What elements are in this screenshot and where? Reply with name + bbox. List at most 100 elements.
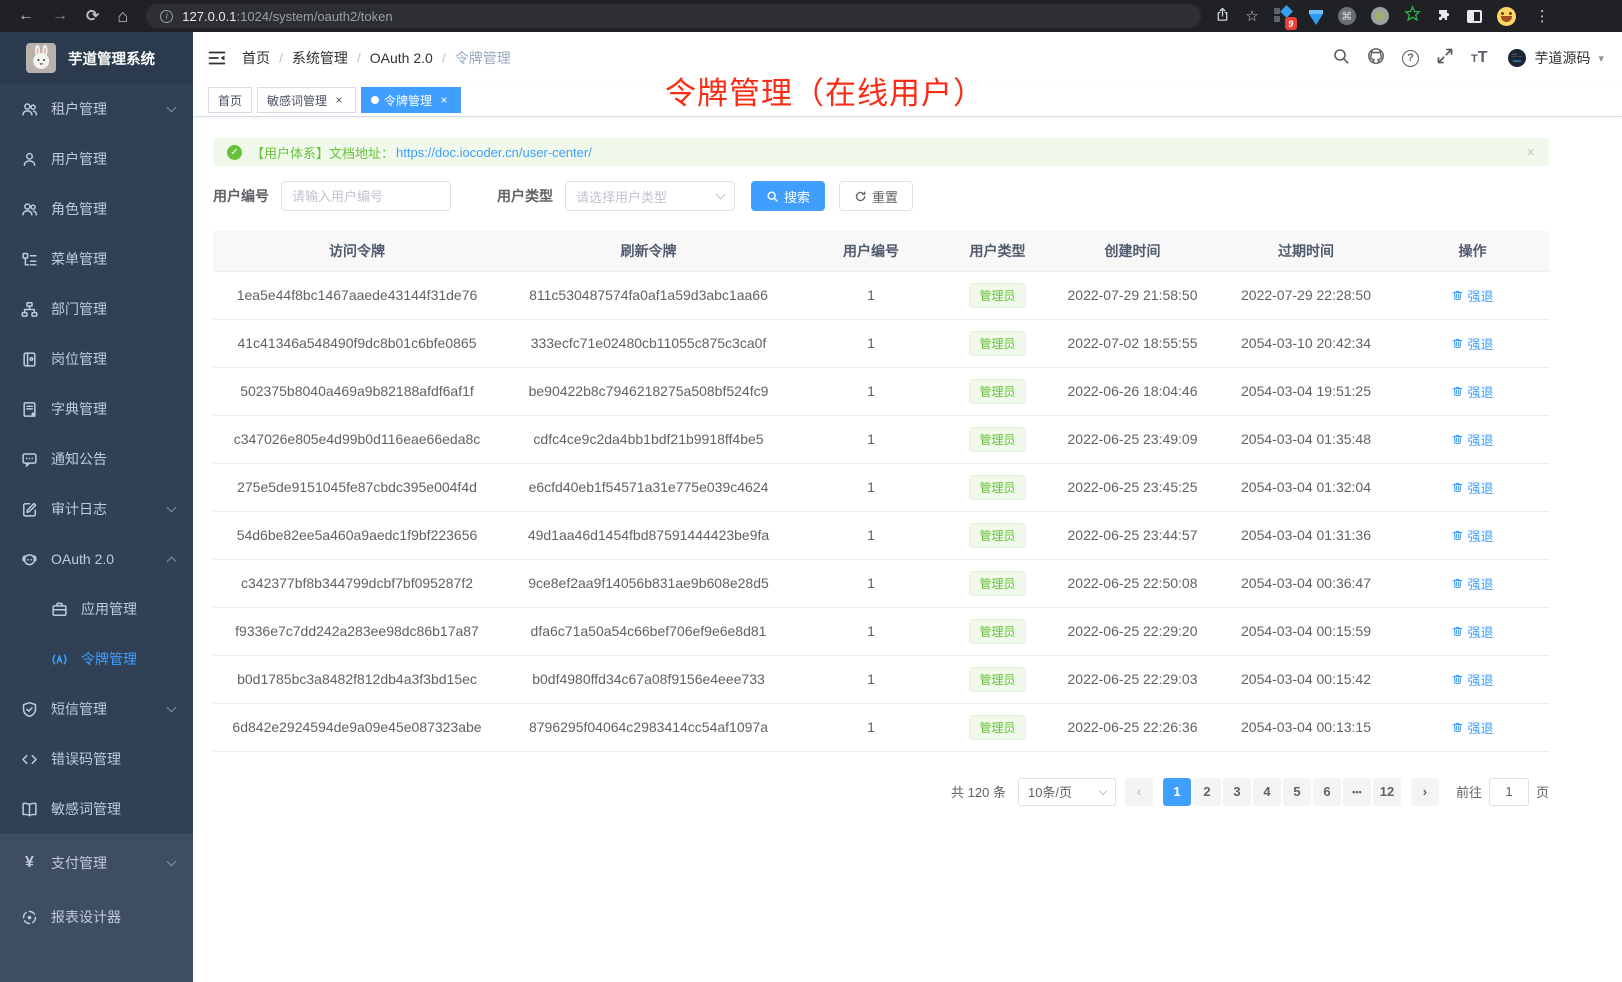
- action-cell: 强退: [1396, 559, 1549, 607]
- page-button-4[interactable]: 4: [1253, 778, 1281, 806]
- force-logout-button[interactable]: 强退: [1451, 670, 1493, 689]
- force-logout-button[interactable]: 强退: [1451, 622, 1493, 641]
- expire-time-cell: 2054-03-04 00:13:15: [1216, 703, 1396, 751]
- dictionary-book-icon: [21, 401, 38, 418]
- expire-time-cell: 2054-03-04 01:35:48: [1216, 415, 1396, 463]
- user-id-cell: 1: [796, 655, 946, 703]
- force-logout-button[interactable]: 强退: [1451, 382, 1493, 401]
- sidebar-item-oauth2-token[interactable]: 令牌管理: [0, 634, 193, 684]
- help-icon[interactable]: ?: [1402, 50, 1419, 67]
- user-id-cell: 1: [796, 511, 946, 559]
- user-id-cell: 1: [796, 367, 946, 415]
- page-button-2[interactable]: 2: [1193, 778, 1221, 806]
- user-type-select[interactable]: 请选择用户类型: [565, 181, 735, 211]
- sidebar-item-dept[interactable]: 部门管理: [0, 284, 193, 334]
- force-logout-button[interactable]: 强退: [1451, 574, 1493, 593]
- sidebar-item-label: 应用管理: [81, 599, 137, 619]
- back-icon[interactable]: ←: [18, 7, 34, 25]
- github-icon[interactable]: [1367, 47, 1385, 70]
- side-panel-icon[interactable]: [1467, 10, 1482, 23]
- tab-sensitive-word[interactable]: 敏感词管理 ×: [257, 87, 356, 113]
- user-type-cell: 管理员: [946, 655, 1049, 703]
- sidebar-item-user[interactable]: 用户管理: [0, 134, 193, 184]
- breadcrumb-system[interactable]: 系统管理: [292, 48, 348, 68]
- address-bar[interactable]: i 127.0.0.1:1024/system/oauth2/token: [146, 4, 1201, 28]
- sidebar-item-report[interactable]: 报表设计器: [0, 890, 193, 944]
- sidebar-item-error-code[interactable]: 错误码管理: [0, 734, 193, 784]
- browser-menu-icon[interactable]: ⋮: [1535, 7, 1550, 25]
- force-logout-button[interactable]: 强退: [1451, 334, 1493, 353]
- close-icon[interactable]: ×: [437, 93, 451, 107]
- sidebar-item-menu[interactable]: 菜单管理: [0, 234, 193, 284]
- user-menu[interactable]: 芋道源码 ▾: [1508, 48, 1604, 68]
- green-star-extension-icon[interactable]: [1404, 5, 1421, 27]
- sidebar-item-label: 菜单管理: [51, 249, 107, 269]
- page-button-1[interactable]: 1: [1163, 778, 1191, 806]
- tab-token[interactable]: 令牌管理 ×: [361, 87, 461, 113]
- sidebar-item-label: 用户管理: [51, 149, 107, 169]
- sidebar-item-audit-log[interactable]: 审计日志: [0, 484, 193, 534]
- search-button[interactable]: 搜索: [751, 181, 825, 211]
- home-icon[interactable]: ⌂: [117, 6, 128, 27]
- prev-page-button[interactable]: ‹: [1125, 778, 1153, 806]
- access-token-cell: 41c41346a548490f9dc8b01c6bfe0865: [213, 319, 501, 367]
- fullscreen-icon[interactable]: [1436, 47, 1454, 70]
- force-logout-button[interactable]: 强退: [1451, 478, 1493, 497]
- gem-extension-icon[interactable]: [1309, 14, 1323, 25]
- close-icon[interactable]: ×: [332, 93, 346, 107]
- sidebar-logo[interactable]: 芋道管理系统: [0, 32, 193, 84]
- sidebar-item-notice[interactable]: 通知公告: [0, 434, 193, 484]
- force-logout-button[interactable]: 强退: [1451, 286, 1493, 305]
- forward-icon[interactable]: →: [52, 7, 68, 25]
- sidebar-item-role[interactable]: 角色管理: [0, 184, 193, 234]
- force-logout-button[interactable]: 强退: [1451, 430, 1493, 449]
- extension-blocks-icon[interactable]: 9: [1274, 6, 1294, 26]
- refresh-token-cell: e6cfd40eb1f54571a31e775e039c4624: [501, 463, 796, 511]
- site-info-icon[interactable]: i: [160, 10, 173, 23]
- alert-close-icon[interactable]: ×: [1526, 144, 1535, 161]
- action-cell: 强退: [1396, 655, 1549, 703]
- goto-page-input[interactable]: [1489, 778, 1529, 806]
- profile-emoji-icon[interactable]: [1497, 7, 1516, 26]
- breadcrumb-oauth2[interactable]: OAuth 2.0: [370, 50, 433, 66]
- user-id-input[interactable]: [281, 181, 451, 211]
- sidebar-item-pay[interactable]: ¥支付管理: [0, 836, 193, 890]
- reload-icon[interactable]: ⟳: [86, 6, 99, 26]
- page-button-3[interactable]: 3: [1223, 778, 1251, 806]
- font-size-icon[interactable]: TT: [1471, 49, 1488, 67]
- more-pages-button[interactable]: •••: [1343, 778, 1371, 806]
- action-cell: 强退: [1396, 271, 1549, 319]
- recorder-extension-icon[interactable]: [1371, 7, 1389, 25]
- page-size-select[interactable]: 10条/页: [1018, 778, 1116, 806]
- yen-icon: ¥: [21, 855, 38, 872]
- sidebar-item-dict[interactable]: 字典管理: [0, 384, 193, 434]
- user-type-badge: 管理员: [969, 715, 1025, 740]
- sidebar-collapse-icon[interactable]: [208, 50, 226, 66]
- column-header: 操作: [1396, 231, 1549, 271]
- force-logout-button[interactable]: 强退: [1451, 718, 1493, 737]
- sidebar-item-oauth2[interactable]: OAuth 2.0: [0, 534, 193, 584]
- breadcrumb-home[interactable]: 首页: [242, 48, 270, 68]
- puzzle-extensions-icon[interactable]: [1436, 7, 1452, 26]
- success-check-icon: ✓: [227, 145, 242, 160]
- sidebar-item-sensitive-word[interactable]: 敏感词管理: [0, 784, 193, 834]
- share-icon[interactable]: [1215, 7, 1230, 26]
- force-logout-button[interactable]: 强退: [1451, 526, 1493, 545]
- reset-button[interactable]: 重置: [839, 181, 913, 211]
- next-page-button[interactable]: ›: [1411, 778, 1439, 806]
- sidebar-item-sms[interactable]: 短信管理: [0, 684, 193, 734]
- page-button-6[interactable]: 6: [1313, 778, 1341, 806]
- doc-link[interactable]: https://doc.iocoder.cn/user-center/: [396, 145, 592, 160]
- page-button-12[interactable]: 12: [1373, 778, 1401, 806]
- tab-home[interactable]: 首页: [208, 87, 252, 113]
- sidebar-item-oauth2-app[interactable]: 应用管理: [0, 584, 193, 634]
- command-extension-icon[interactable]: ⌘: [1338, 7, 1356, 25]
- search-icon[interactable]: [1332, 47, 1350, 70]
- access-token-cell: 502375b8040a469a9b82188afdf6af1f: [213, 367, 501, 415]
- page-button-5[interactable]: 5: [1283, 778, 1311, 806]
- bookmark-star-icon[interactable]: ☆: [1245, 7, 1258, 25]
- sidebar-item-post[interactable]: 岗位管理: [0, 334, 193, 384]
- refresh-token-cell: b0df4980ffd34c67a08f9156e4eee733: [501, 655, 796, 703]
- sidebar-item-tenant[interactable]: 租户管理: [0, 84, 193, 134]
- sidebar-item-label: 角色管理: [51, 199, 107, 219]
